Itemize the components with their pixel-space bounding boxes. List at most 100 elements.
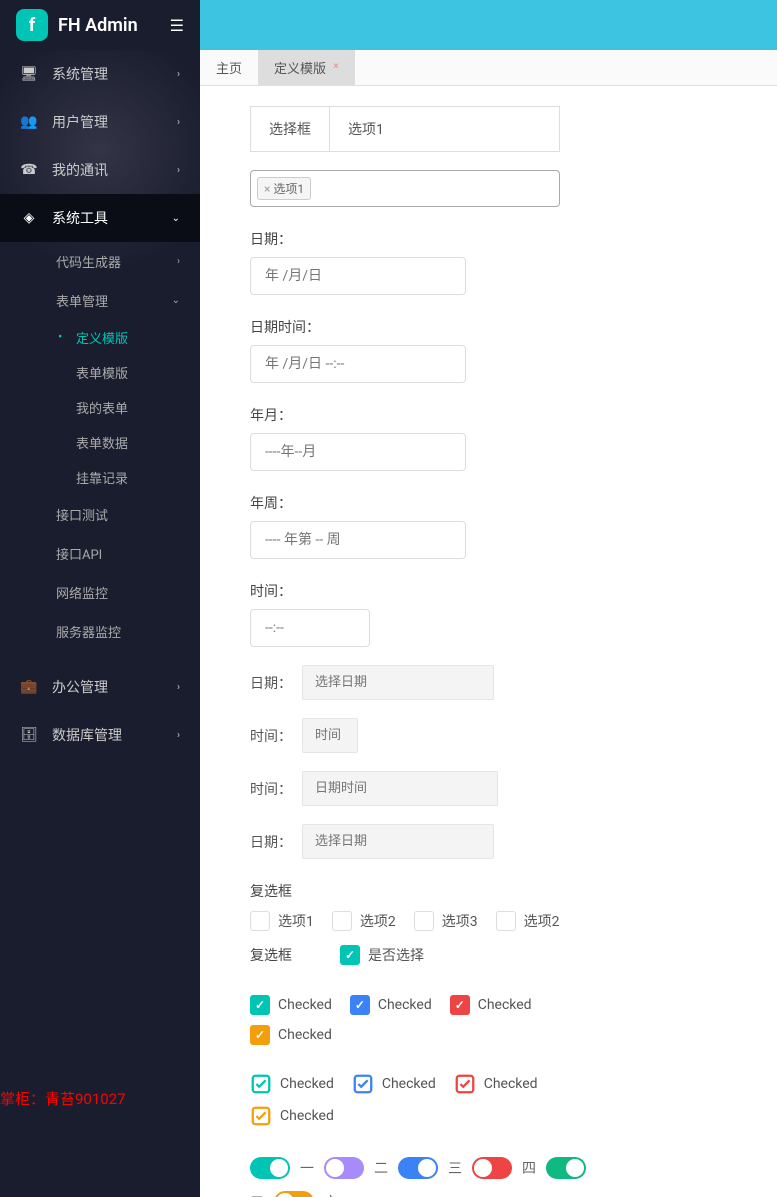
sidebar-header: f FH Admin ☰ (0, 0, 200, 50)
ym-label: 年月： (250, 405, 727, 425)
subsub-define-template[interactable]: 定义模版 (0, 320, 200, 355)
switch-1[interactable] (250, 1157, 290, 1179)
sidebar-nav: 🖥 系统管理 › 👥 用户管理 › ☎ 我的通讯 › ◈ 系统工具 ⌄ 代码生成… (0, 50, 200, 1197)
switch-label: 一 (300, 1158, 314, 1178)
yw-label: 年周： (250, 493, 727, 513)
select-label: 选择框 (251, 107, 330, 151)
main-content: 主页 定义模版 × 选择框 选项1 × 选项1 日期： 日期时间： 年月： (200, 50, 777, 1197)
tag-input[interactable]: × 选项1 (250, 170, 560, 207)
yw-input[interactable] (250, 521, 466, 559)
nav-label: 我的通讯 (52, 160, 108, 180)
chevron-down-icon: ⌄ (172, 295, 180, 306)
close-icon[interactable]: × (264, 182, 270, 196)
users-icon: 👥 (20, 113, 38, 131)
checkbox-group-title: 复选框 (250, 881, 727, 901)
chevron-right-icon: › (177, 682, 180, 693)
cb-solid-red[interactable]: ✓Checked (450, 995, 532, 1015)
cb-option-3[interactable]: 选项3 (414, 911, 478, 931)
switch-4[interactable] (472, 1157, 512, 1179)
inline-date-input[interactable] (302, 665, 494, 700)
cb-single-option[interactable]: ✓ 是否选择 (340, 945, 424, 965)
datetime-input[interactable] (250, 345, 466, 383)
nav-system-mgmt[interactable]: 🖥 系统管理 › (0, 50, 200, 98)
cb-outline-blue[interactable]: Checked (352, 1073, 436, 1095)
subsub-label: 表单模版 (76, 363, 128, 382)
switch-5[interactable] (546, 1157, 586, 1179)
subsub-attach-record[interactable]: 挂靠记录 (0, 460, 200, 495)
nav-label: 系统管理 (52, 64, 108, 84)
subsub-form-data[interactable]: 表单数据 (0, 425, 200, 460)
cb-option-4[interactable]: 选项2 (496, 911, 560, 931)
switch-6[interactable] (274, 1191, 314, 1197)
inline-date2-label: 日期： (250, 832, 294, 852)
nav-user-mgmt[interactable]: 👥 用户管理 › (0, 98, 200, 146)
cb-option-2[interactable]: 选项2 (332, 911, 396, 931)
sub-net-monitor[interactable]: 网络监控 (0, 573, 200, 612)
nav-db-mgmt[interactable]: 🗄 数据库管理 › (0, 711, 200, 759)
inline-date-label: 日期： (250, 673, 294, 693)
time-input[interactable] (250, 609, 370, 647)
sub-label: 表单管理 (56, 291, 108, 310)
select-value: 选项1 (330, 107, 559, 151)
sub-server-monitor[interactable]: 服务器监控 (0, 612, 200, 651)
logo-badge: f (16, 9, 48, 41)
date-input[interactable] (250, 257, 466, 295)
switch-3[interactable] (398, 1157, 438, 1179)
sub-api-test[interactable]: 接口测试 (0, 495, 200, 534)
sidebar-footer: 掌柜：青苔901027 (0, 1080, 126, 1117)
checkbox-icon (332, 911, 352, 931)
checkbox-checked-icon: ✓ (340, 945, 360, 965)
cb-solid-orange[interactable]: ✓Checked (250, 1025, 332, 1045)
subsub-my-forms[interactable]: 我的表单 (0, 390, 200, 425)
cb-option-1[interactable]: 选项1 (250, 911, 314, 931)
inline-dt-input[interactable] (302, 771, 498, 806)
inline-time-input[interactable] (302, 718, 358, 753)
sub-form-mgmt[interactable]: 表单管理 ⌄ (0, 281, 200, 320)
switch-label: 三 (448, 1158, 462, 1178)
close-icon[interactable]: × (333, 61, 338, 72)
brand-title: FH Admin (58, 15, 170, 36)
inline-date2-input[interactable] (302, 824, 494, 859)
switch-2[interactable] (324, 1157, 364, 1179)
database-icon: 🗄 (20, 726, 38, 744)
nav-comm[interactable]: ☎ 我的通讯 › (0, 146, 200, 194)
nav-label: 用户管理 (52, 112, 108, 132)
date-label: 日期： (250, 229, 727, 249)
tab-bar: 主页 定义模版 × (200, 50, 777, 86)
tab-define-template[interactable]: 定义模版 × (258, 50, 355, 85)
chevron-down-icon: ⌄ (172, 213, 180, 224)
switch-label: 二 (374, 1158, 388, 1178)
checkbox-checked-icon: ✓ (250, 995, 270, 1015)
chevron-right-icon: › (177, 730, 180, 741)
sub-code-gen[interactable]: 代码生成器 › (0, 242, 200, 281)
cb-solid-teal[interactable]: ✓Checked (250, 995, 332, 1015)
tag-chip: × 选项1 (257, 177, 311, 200)
time-label: 时间： (250, 581, 727, 601)
checkbox-icon (414, 911, 434, 931)
switch-label: 四 (522, 1158, 536, 1178)
checkbox-outline-icon (352, 1073, 374, 1095)
cb-outline-teal[interactable]: Checked (250, 1073, 334, 1095)
menu-toggle-icon[interactable]: ☰ (170, 16, 184, 35)
chevron-right-icon: › (177, 69, 180, 80)
subsub-form-template[interactable]: 表单模版 (0, 355, 200, 390)
subsub-label: 我的表单 (76, 398, 128, 417)
cb-solid-blue[interactable]: ✓Checked (350, 995, 432, 1015)
nav-system-tools[interactable]: ◈ 系统工具 ⌄ (0, 194, 200, 242)
cube-icon: ◈ (20, 209, 38, 227)
sub-label: 代码生成器 (56, 252, 121, 271)
chevron-right-icon: › (177, 256, 180, 267)
switch-label: 五 (250, 1192, 264, 1197)
cb-outline-red[interactable]: Checked (454, 1073, 538, 1095)
sub-api[interactable]: 接口API (0, 534, 200, 573)
briefcase-icon: 💼 (20, 678, 38, 696)
checkbox-icon (496, 911, 516, 931)
switch-label: 六 (324, 1192, 338, 1197)
cb-outline-orange[interactable]: Checked (250, 1105, 334, 1127)
checkbox-outline-icon (454, 1073, 476, 1095)
nav-office-mgmt[interactable]: 💼 办公管理 › (0, 663, 200, 711)
tab-home[interactable]: 主页 (200, 50, 258, 85)
select-box[interactable]: 选择框 选项1 (250, 106, 560, 152)
ym-input[interactable] (250, 433, 466, 471)
checkbox-icon (250, 911, 270, 931)
